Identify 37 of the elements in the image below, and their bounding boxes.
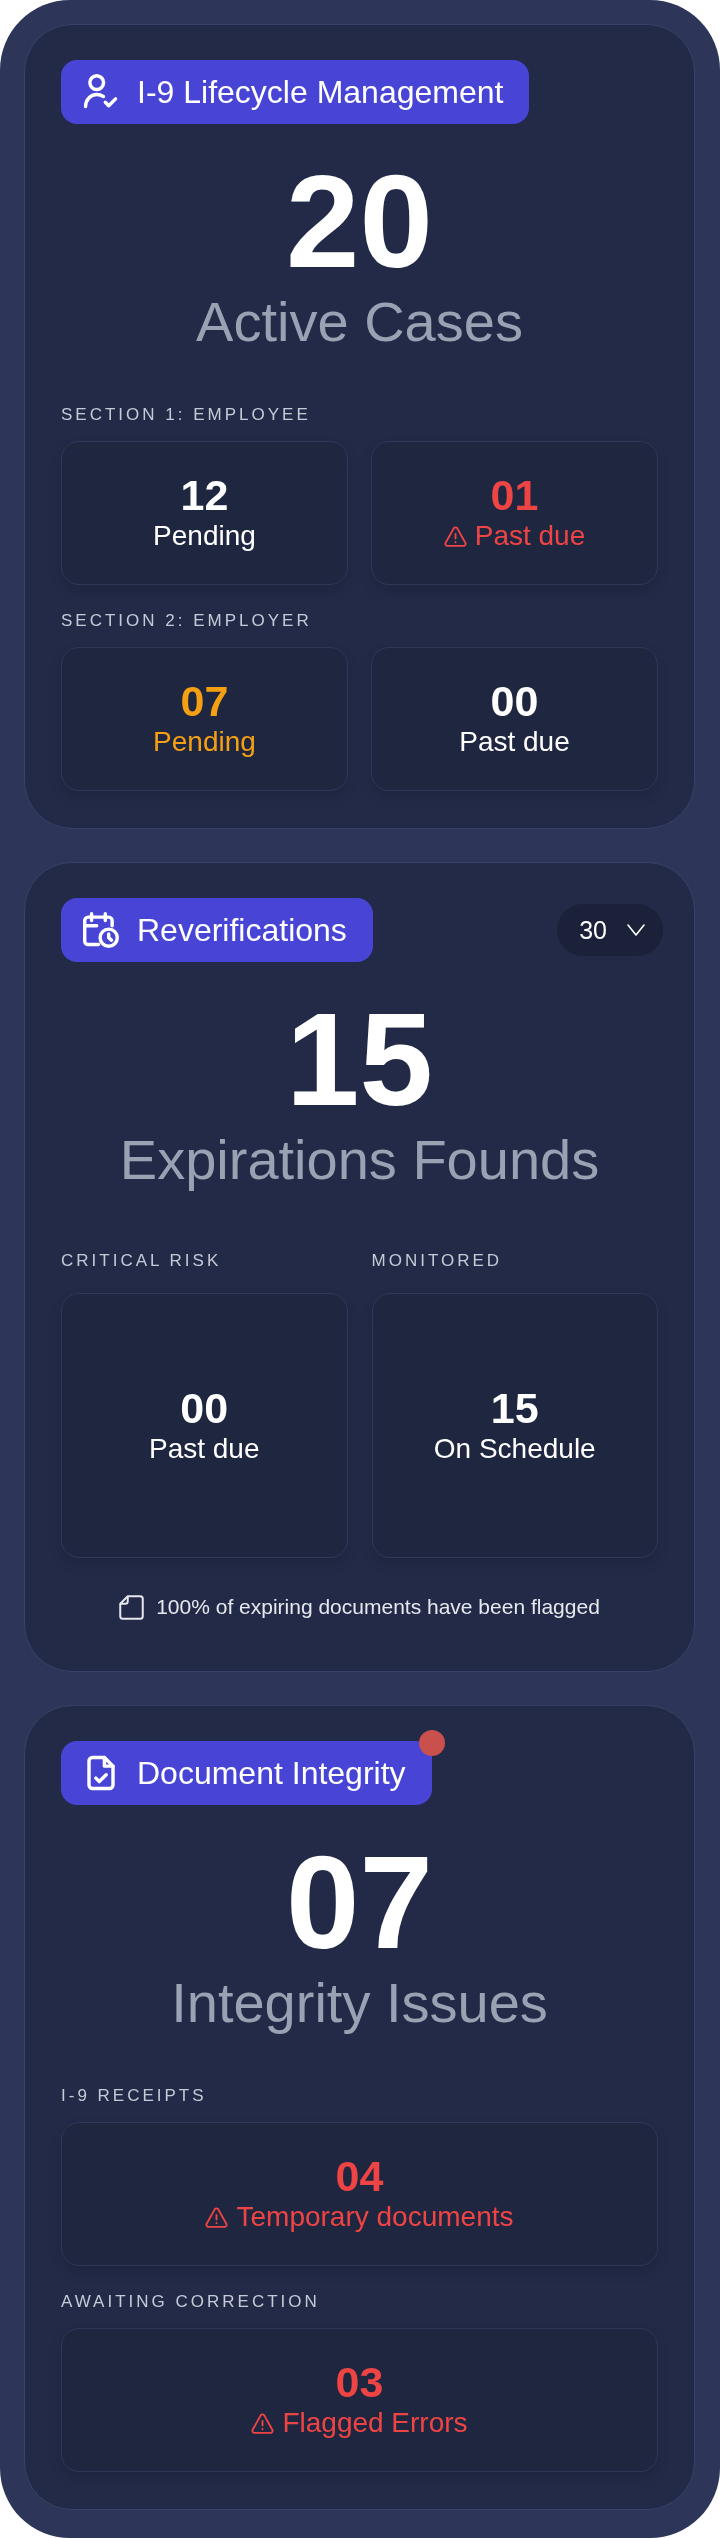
- stat-value: 03: [335, 2361, 384, 2404]
- stat-label: Flagged Errors: [282, 2407, 468, 2439]
- metric-label: Integrity Issues: [171, 1970, 548, 2036]
- card-title: Reverifications: [137, 910, 347, 950]
- stat-value: 00: [180, 1386, 229, 1430]
- stat-label: Pending: [153, 520, 256, 552]
- user-check-icon: [83, 74, 119, 110]
- stat-label: Past due: [474, 520, 586, 552]
- stat-value: 12: [180, 474, 229, 517]
- metric-value: 20: [286, 156, 433, 288]
- stat-value: 04: [335, 2155, 384, 2198]
- card-title: I-9 Lifecycle Management: [137, 72, 504, 112]
- document-icon: [119, 1594, 145, 1620]
- stat-label: Temporary documents: [236, 2201, 514, 2233]
- metric-value: 07: [286, 1837, 433, 1969]
- section-label: I-9 RECEIPTS: [61, 2086, 207, 2106]
- metric-label: Active Cases: [196, 289, 523, 355]
- metric-label: Expirations Founds: [119, 1127, 600, 1193]
- stat-value: 07: [180, 680, 229, 723]
- chevron-down-icon: [627, 924, 645, 936]
- section-label: SECTION 1: EMPLOYEE: [61, 405, 311, 425]
- stat-value: 01: [490, 474, 539, 517]
- calendar-clock-icon: [83, 912, 119, 948]
- stat-label: Past due: [459, 726, 570, 758]
- stat-value: 00: [490, 680, 539, 723]
- stat-label: Past due: [149, 1432, 260, 1465]
- section-label: AWAITING CORRECTION: [61, 2292, 320, 2312]
- stat-label: Pending: [153, 726, 256, 758]
- section-label: MONITORED: [371, 1251, 503, 1271]
- card-title: Document Integrity: [137, 1753, 406, 1793]
- footer-note: 100% of expiring documents have been flagged: [156, 1594, 600, 1620]
- metric-value: 15: [286, 994, 433, 1126]
- section-label: CRITICAL RISK: [61, 1251, 222, 1271]
- stat-value: 15: [490, 1386, 539, 1430]
- section-label: SECTION 2: EMPLOYER: [61, 611, 312, 631]
- period-dropdown[interactable]: 30: [557, 904, 663, 956]
- stat-label: On Schedule: [433, 1432, 596, 1465]
